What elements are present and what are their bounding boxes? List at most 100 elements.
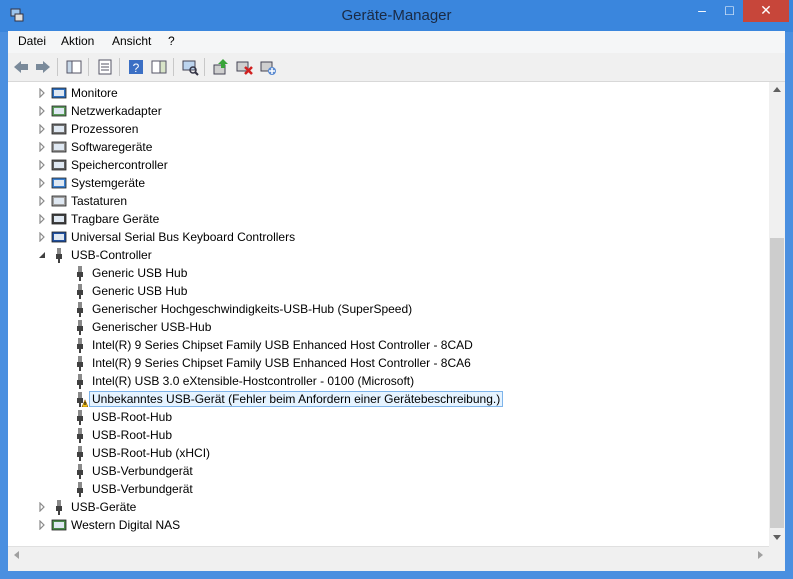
expand-arrow-icon[interactable] xyxy=(37,520,47,530)
tree-category-row[interactable]: Systemgeräte xyxy=(8,174,769,192)
tree-device-row[interactable]: Generic USB Hub xyxy=(8,282,769,300)
category-label: USB-Controller xyxy=(71,248,152,262)
expand-arrow-icon[interactable] xyxy=(37,502,47,512)
show-hide-console-tree-icon[interactable] xyxy=(64,57,84,77)
usb-plug-icon xyxy=(77,446,83,461)
expand-arrow-icon[interactable] xyxy=(37,88,47,98)
expand-arrow-icon[interactable] xyxy=(37,124,47,134)
menu-bar: Datei Aktion Ansicht ? xyxy=(8,31,785,53)
scan-hardware-icon[interactable] xyxy=(180,57,200,77)
menu-ansicht[interactable]: Ansicht xyxy=(112,34,151,48)
tree-category-row[interactable]: Prozessoren xyxy=(8,120,769,138)
vertical-scrollbar-thumb[interactable] xyxy=(770,238,784,528)
usb-plug-icon xyxy=(77,356,83,371)
tree-device-row[interactable]: Generic USB Hub xyxy=(8,264,769,282)
usb-plug-icon xyxy=(77,374,83,389)
device-label: USB-Root-Hub xyxy=(92,410,173,424)
tree-device-row[interactable]: Generischer Hochgeschwindigkeits-USB-Hub… xyxy=(8,300,769,318)
back-arrow-icon[interactable] xyxy=(11,57,31,77)
status-bar xyxy=(8,563,785,571)
menu-datei[interactable]: Datei xyxy=(18,34,46,48)
expand-arrow-icon[interactable] xyxy=(37,142,47,152)
scroll-left-arrow-icon[interactable] xyxy=(13,551,19,559)
tree-device-row[interactable]: Generischer USB-Hub xyxy=(8,318,769,336)
vertical-scrollbar[interactable] xyxy=(769,82,785,546)
usb-plug-icon xyxy=(77,428,83,443)
tree-device-row[interactable]: Intel(R) 9 Series Chipset Family USB Enh… xyxy=(8,354,769,372)
tree-category-row[interactable]: Universal Serial Bus Keyboard Controller… xyxy=(8,228,769,246)
usb-plug-icon xyxy=(77,302,83,317)
scroll-down-arrow-icon[interactable] xyxy=(773,535,781,541)
usb-plug-icon xyxy=(77,482,83,497)
scroll-right-arrow-icon[interactable] xyxy=(758,551,764,559)
usb-plug-icon xyxy=(77,284,83,299)
tree-device-row[interactable]: USB-Verbundgerät xyxy=(8,462,769,480)
help-icon[interactable]: ? xyxy=(126,57,146,77)
category-label: Netzwerkadapter xyxy=(71,104,162,118)
category-label: Prozessoren xyxy=(71,122,139,136)
tree-category-row[interactable]: Monitore xyxy=(8,84,769,102)
tree-device-row[interactable]: USB-Root-Hub (xHCI) xyxy=(8,444,769,462)
nas-icon xyxy=(51,519,67,531)
device-label: USB-Verbundgerät xyxy=(92,482,193,496)
portable-device-icon xyxy=(51,213,67,225)
tree-device-row-selected[interactable]: Unbekanntes USB-Gerät (Fehler beim Anfor… xyxy=(8,390,769,408)
expand-arrow-icon[interactable] xyxy=(37,106,47,116)
tree-category-row[interactable]: Softwaregeräte xyxy=(8,138,769,156)
window-title: Geräte-Manager xyxy=(341,7,452,24)
tree-device-row[interactable]: Intel(R) 9 Series Chipset Family USB Enh… xyxy=(8,336,769,354)
toolbar-separator xyxy=(173,58,174,76)
tree-device-row[interactable]: Intel(R) USB 3.0 eXtensible-Hostcontroll… xyxy=(8,372,769,390)
collapse-arrow-icon[interactable] xyxy=(37,250,47,260)
tree-category-row[interactable]: Tastaturen xyxy=(8,192,769,210)
expand-arrow-icon[interactable] xyxy=(37,178,47,188)
title-bar[interactable]: Geräte-Manager – □ ✕ xyxy=(0,0,793,32)
scroll-up-arrow-icon[interactable] xyxy=(773,86,781,92)
device-label: Intel(R) 9 Series Chipset Family USB Enh… xyxy=(92,338,473,352)
maximize-button[interactable]: □ xyxy=(716,0,743,22)
device-label: Generischer USB-Hub xyxy=(92,320,212,334)
tree-category-row[interactable]: USB-Controller xyxy=(8,246,769,264)
close-button[interactable]: ✕ xyxy=(743,0,789,22)
horizontal-scrollbar[interactable] xyxy=(8,546,769,564)
device-tree[interactable]: Monitore Netzwerkadapter Prozessoren Softwa… xyxy=(8,82,769,546)
device-label: Unbekanntes USB-Gerät (Fehler beim Anfor… xyxy=(89,391,504,407)
category-label: Tragbare Geräte xyxy=(71,212,160,226)
device-label: USB-Root-Hub (xHCI) xyxy=(92,446,211,460)
uninstall-device-icon[interactable] xyxy=(234,57,254,77)
toolbar-separator xyxy=(119,58,120,76)
expand-arrow-icon[interactable] xyxy=(37,214,47,224)
toolbar-separator xyxy=(57,58,58,76)
category-label: Tastaturen xyxy=(71,194,128,208)
tree-category-row[interactable]: Netzwerkadapter xyxy=(8,102,769,120)
tree-category-row[interactable]: Tragbare Geräte xyxy=(8,210,769,228)
menu-help[interactable]: ? xyxy=(168,34,175,48)
tree-category-row[interactable]: USB-Geräte xyxy=(8,498,769,516)
usb-plug-icon xyxy=(77,410,83,425)
expand-arrow-icon[interactable] xyxy=(37,160,47,170)
minimize-button[interactable]: – xyxy=(688,0,716,22)
device-label: Intel(R) USB 3.0 eXtensible-Hostcontroll… xyxy=(92,374,415,388)
add-legacy-hardware-icon[interactable] xyxy=(258,57,278,77)
tree-device-row[interactable]: USB-Root-Hub xyxy=(8,408,769,426)
category-label: Systemgeräte xyxy=(71,176,146,190)
system-device-icon xyxy=(51,177,67,189)
usb-warning-icon xyxy=(77,392,88,407)
tree-device-row[interactable]: USB-Verbundgerät xyxy=(8,480,769,498)
action-pane-icon[interactable] xyxy=(149,57,169,77)
toolbar-separator xyxy=(88,58,89,76)
tree-category-row[interactable]: Speichercontroller xyxy=(8,156,769,174)
usb-plug-icon xyxy=(77,266,83,281)
properties-icon[interactable] xyxy=(95,57,115,77)
expand-arrow-icon[interactable] xyxy=(37,232,47,242)
usb-controller-icon xyxy=(56,248,62,263)
device-label: Generischer Hochgeschwindigkeits-USB-Hub… xyxy=(92,302,413,316)
expand-arrow-icon[interactable] xyxy=(37,196,47,206)
forward-arrow-icon[interactable] xyxy=(33,57,53,77)
tree-category-row[interactable]: Western Digital NAS xyxy=(8,516,769,534)
tree-device-row[interactable]: USB-Root-Hub xyxy=(8,426,769,444)
storage-controller-icon xyxy=(51,159,67,171)
category-label: Softwaregeräte xyxy=(71,140,153,154)
menu-aktion[interactable]: Aktion xyxy=(61,34,94,48)
update-driver-icon[interactable] xyxy=(211,57,231,77)
